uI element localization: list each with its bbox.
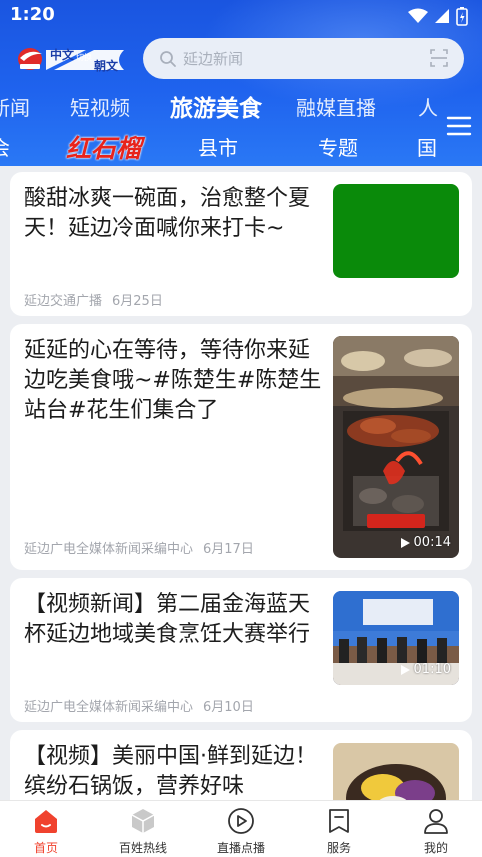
tab-short-video[interactable]: 短视频 (70, 92, 130, 121)
nav-label: 直播点播 (216, 841, 265, 855)
nav-label: 我的 (423, 841, 448, 855)
article-card[interactable]: 【视频】美丽中国·鲜到延边！缤纷石锅饭，营养好味 (10, 730, 472, 800)
search-placeholder: 延边新闻 (183, 50, 244, 68)
app-logo[interactable]: 中文 切换 朝文 (16, 44, 128, 74)
wifi-icon (408, 8, 428, 23)
article-video-thumbnail[interactable]: 01:10 (333, 591, 459, 685)
tab-news[interactable]: 新闻 (0, 92, 30, 121)
article-thumbnail[interactable] (333, 743, 459, 800)
tab-red-pomegranate[interactable]: 红石榴 (66, 129, 141, 165)
bottom-navigation: 首页 百姓热线 直播点播 服务 我的 (0, 800, 482, 857)
article-card[interactable]: 延延的心在等待，等待你来延边吃美食哦~#陈楚生#陈楚生站台#花生们集合了 延边广… (10, 324, 472, 570)
cube-icon (131, 809, 155, 833)
article-date: 6月25日 (112, 294, 163, 309)
article-source: 延边广电全媒体新闻采编中心 (24, 542, 194, 557)
nav-hotline[interactable]: 百姓热线 (103, 807, 183, 856)
logo-text-cn: 中文 (50, 48, 75, 62)
nav-profile[interactable]: 我的 (396, 807, 476, 856)
nav-label: 首页 (33, 841, 58, 855)
nav-home[interactable]: 首页 (6, 807, 86, 856)
status-icons (408, 6, 468, 26)
nav-live[interactable]: 直播点播 (201, 807, 281, 856)
status-bar: 1:20 (0, 0, 482, 30)
article-card[interactable]: 【视频新闻】第二届金海蓝天杯延边地域美食烹饪大赛举行 延边广电全媒体新闻采编中心… (10, 578, 472, 722)
article-source: 延边交通广播 (24, 294, 103, 309)
logo-switch-text: 切换 (76, 53, 92, 62)
duration-text: 01:10 (413, 662, 451, 677)
person-icon (424, 809, 448, 834)
play-small-icon (400, 537, 410, 548)
tab-media-live[interactable]: 融媒直播 (296, 92, 376, 121)
battery-icon (456, 7, 468, 26)
news-feed[interactable]: 酸甜冰爽一碗面，治愈整个夏天！延边冷面喊你来打卡~ 延边交通广播 6月25日 延延… (0, 166, 482, 800)
scan-icon[interactable] (430, 49, 448, 67)
category-tabs-primary: 新闻 短视频 旅游美食 融媒直播 人 (0, 88, 482, 124)
status-time: 1:20 (10, 4, 55, 25)
article-video-thumbnail[interactable]: 00:14 (333, 336, 459, 558)
article-date: 6月17日 (203, 542, 254, 557)
home-icon (35, 810, 57, 833)
bbq-food-image (333, 336, 459, 558)
tab-topics[interactable]: 专题 (318, 132, 358, 161)
article-title: 【视频】美丽中国·鲜到延边！缤纷石锅饭，营养好味 (24, 744, 317, 799)
stone-pot-rice-image (333, 743, 459, 800)
video-duration: 01:10 (400, 662, 451, 677)
play-small-icon (400, 664, 410, 675)
logo-text-kr: 朝文 (94, 59, 119, 73)
article-date: 6月10日 (203, 700, 254, 715)
article-source: 延边广电全媒体新闻采编中心 (24, 700, 194, 715)
video-duration: 00:14 (400, 535, 451, 550)
menu-icon[interactable] (446, 113, 472, 139)
article-meta: 延边广电全媒体新闻采编中心 6月17日 (24, 538, 264, 557)
nav-service[interactable]: 服务 (299, 807, 379, 856)
article-card[interactable]: 酸甜冰爽一碗面，治愈整个夏天！延边冷面喊你来打卡~ 延边交通广播 6月25日 (10, 172, 472, 316)
article-meta: 延边交通广播 6月25日 (24, 290, 173, 309)
article-thumbnail[interactable] (333, 184, 459, 278)
search-icon (160, 50, 176, 67)
bookmark-icon (329, 809, 349, 833)
article-title: 酸甜冰爽一碗面，治愈整个夏天！延边冷面喊你来打卡~ (24, 186, 311, 241)
app-header: 1:20 中文 切换 朝文 延边新闻 新闻 短视频 旅游美食 融媒直播 人 会 … (0, 0, 482, 166)
tab-travel-food[interactable]: 旅游美食 (170, 89, 262, 123)
tab-people[interactable]: 人 (418, 92, 438, 121)
category-tabs-secondary: 会 红石榴 县市 专题 国 (0, 128, 440, 165)
signal-icon (435, 9, 449, 23)
tab-counties[interactable]: 县市 (198, 132, 238, 161)
tab-secondary-partial[interactable]: 会 (0, 132, 10, 161)
article-title: 【视频新闻】第二届金海蓝天杯延边地域美食烹饪大赛举行 (24, 592, 311, 647)
duration-text: 00:14 (413, 535, 451, 550)
article-title: 延延的心在等待，等待你来延边吃美食哦~#陈楚生#陈楚生站台#花生们集合了 (24, 338, 322, 423)
search-bar[interactable]: 延边新闻 (143, 38, 464, 79)
play-icon (228, 808, 254, 834)
article-meta: 延边广电全媒体新闻采编中心 6月10日 (24, 696, 264, 715)
nav-label: 百姓热线 (118, 841, 167, 855)
tab-country[interactable]: 国 (417, 132, 437, 161)
nav-label: 服务 (326, 841, 351, 855)
